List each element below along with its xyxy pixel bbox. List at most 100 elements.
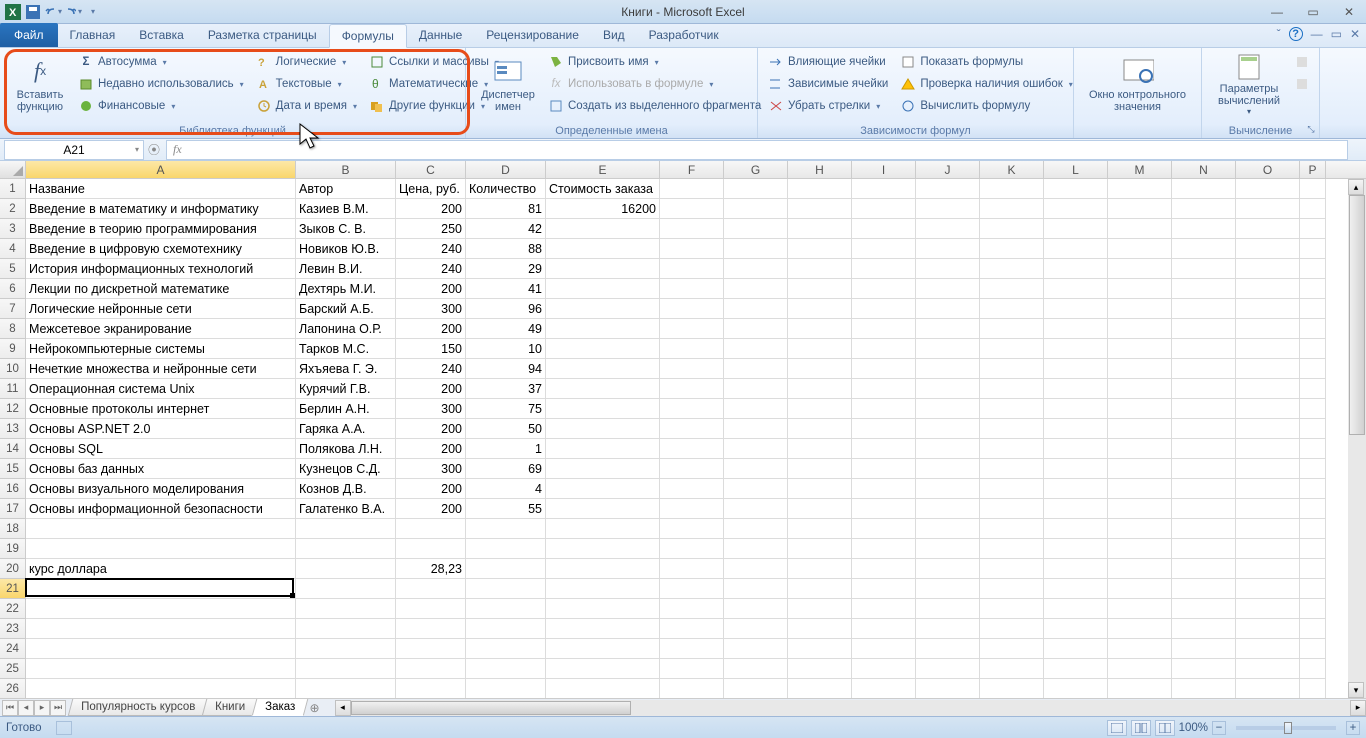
cell[interactable]: [546, 519, 660, 539]
cell[interactable]: [1044, 679, 1108, 698]
cell[interactable]: 81: [466, 199, 546, 219]
ribbon-tab-разработчик[interactable]: Разработчик: [637, 24, 731, 47]
cell[interactable]: [1172, 459, 1236, 479]
cell[interactable]: [1044, 259, 1108, 279]
calc-sheet-button[interactable]: [1290, 73, 1314, 95]
cell[interactable]: [724, 639, 788, 659]
cell[interactable]: 28,23: [396, 559, 466, 579]
cell[interactable]: Цена, руб.: [396, 179, 466, 199]
cell[interactable]: [660, 479, 724, 499]
show-formulas-button[interactable]: Показать формулы: [896, 51, 1077, 73]
page-layout-view-button[interactable]: [1131, 720, 1151, 736]
scroll-thumb[interactable]: [351, 701, 631, 715]
cell[interactable]: [724, 499, 788, 519]
cell[interactable]: Курячий Г.В.: [296, 379, 396, 399]
cell[interactable]: [916, 459, 980, 479]
cell[interactable]: [296, 579, 396, 599]
cell[interactable]: [980, 599, 1044, 619]
cell[interactable]: [660, 579, 724, 599]
cell[interactable]: [296, 639, 396, 659]
cell[interactable]: [1300, 439, 1326, 459]
row-header[interactable]: 7: [0, 299, 26, 319]
cell[interactable]: [466, 579, 546, 599]
cell[interactable]: [1044, 339, 1108, 359]
cell[interactable]: 200: [396, 199, 466, 219]
cell[interactable]: [980, 499, 1044, 519]
cell[interactable]: [916, 239, 980, 259]
cell[interactable]: [788, 619, 852, 639]
cell[interactable]: [1108, 419, 1172, 439]
cell[interactable]: 50: [466, 419, 546, 439]
cell[interactable]: [1044, 459, 1108, 479]
cell[interactable]: [852, 239, 916, 259]
cell[interactable]: [852, 399, 916, 419]
zoom-level[interactable]: 100%: [1179, 722, 1208, 734]
cell[interactable]: [1236, 579, 1300, 599]
cell[interactable]: [466, 599, 546, 619]
cell[interactable]: [916, 559, 980, 579]
cell[interactable]: [1172, 499, 1236, 519]
cell[interactable]: [1236, 499, 1300, 519]
cell[interactable]: [1108, 239, 1172, 259]
cell[interactable]: [1108, 639, 1172, 659]
cell[interactable]: [546, 379, 660, 399]
wb-restore-icon[interactable]: ▭: [1331, 27, 1342, 41]
cell[interactable]: [916, 339, 980, 359]
row-header[interactable]: 10: [0, 359, 26, 379]
cell[interactable]: [1236, 479, 1300, 499]
cell[interactable]: [1236, 679, 1300, 698]
cell[interactable]: [546, 219, 660, 239]
cell[interactable]: 37: [466, 379, 546, 399]
define-name-button[interactable]: Присвоить имя: [544, 51, 765, 73]
cell[interactable]: [852, 379, 916, 399]
row-header[interactable]: 17: [0, 499, 26, 519]
cell[interactable]: [1236, 519, 1300, 539]
cell[interactable]: 88: [466, 239, 546, 259]
cell[interactable]: Основы ASP.NET 2.0: [26, 419, 296, 439]
column-header[interactable]: M: [1108, 161, 1172, 178]
row-header[interactable]: 20: [0, 559, 26, 579]
cell[interactable]: [660, 319, 724, 339]
ribbon-tab-формулы[interactable]: Формулы: [329, 24, 407, 48]
cell[interactable]: [1044, 239, 1108, 259]
cell[interactable]: [1236, 439, 1300, 459]
cell[interactable]: [980, 179, 1044, 199]
cell[interactable]: [1108, 439, 1172, 459]
ribbon-tab-вставка[interactable]: Вставка: [127, 24, 196, 47]
cell[interactable]: [724, 479, 788, 499]
cell[interactable]: [1300, 319, 1326, 339]
cell[interactable]: [724, 319, 788, 339]
cell[interactable]: [916, 399, 980, 419]
cell[interactable]: Галатенко В.А.: [296, 499, 396, 519]
cell[interactable]: [1044, 199, 1108, 219]
cell[interactable]: 200: [396, 279, 466, 299]
cell[interactable]: [916, 179, 980, 199]
wb-minimize-icon[interactable]: —: [1311, 27, 1323, 41]
cell[interactable]: [1172, 659, 1236, 679]
cell[interactable]: 200: [396, 419, 466, 439]
column-header[interactable]: H: [788, 161, 852, 178]
cell[interactable]: [724, 679, 788, 698]
cell[interactable]: [724, 219, 788, 239]
cell[interactable]: [1236, 459, 1300, 479]
cell[interactable]: [26, 659, 296, 679]
row-header[interactable]: 26: [0, 679, 26, 698]
cell[interactable]: [660, 419, 724, 439]
cell[interactable]: История информационных технологий: [26, 259, 296, 279]
cell[interactable]: [916, 519, 980, 539]
cell[interactable]: [724, 619, 788, 639]
column-header[interactable]: I: [852, 161, 916, 178]
cell[interactable]: [1300, 299, 1326, 319]
cell[interactable]: [916, 499, 980, 519]
cell[interactable]: [1300, 399, 1326, 419]
column-header[interactable]: C: [396, 161, 466, 178]
cell[interactable]: Основные протоколы интернет: [26, 399, 296, 419]
cell[interactable]: [1108, 499, 1172, 519]
cell[interactable]: Левин В.И.: [296, 259, 396, 279]
cell[interactable]: [980, 559, 1044, 579]
cell[interactable]: [660, 599, 724, 619]
cell[interactable]: [1108, 659, 1172, 679]
restore-icon[interactable]: ▭: [1300, 5, 1326, 19]
cell[interactable]: [1108, 219, 1172, 239]
cell[interactable]: Введение в теорию программирования: [26, 219, 296, 239]
